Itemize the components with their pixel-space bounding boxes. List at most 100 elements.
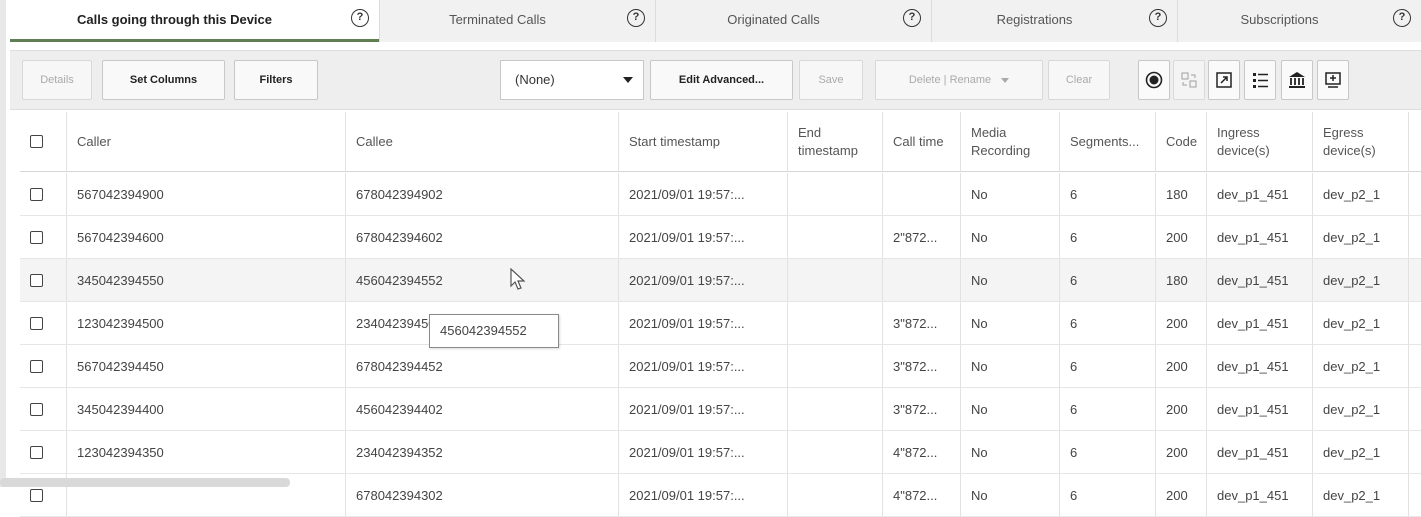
saved-view-select[interactable]: (None) [500,60,644,100]
column-header-caller[interactable]: Caller [67,112,346,171]
end-timestamp-cell [788,388,883,430]
callee-cell: 456042394402 [346,388,619,430]
call-time-cell [883,173,961,215]
row-checkbox[interactable] [30,316,43,330]
bank-icon [1289,72,1305,88]
table-row[interactable]: 567042394450 678042394452 2021/09/01 19:57… [20,345,1421,388]
column-header-ingress[interactable]: Ingress device(s) [1207,112,1313,171]
compare-button[interactable] [1173,60,1205,100]
code-cell: 180 [1156,173,1207,215]
export-button[interactable] [1317,60,1349,100]
details-button[interactable]: Details [22,60,92,100]
egress-cell: dev_p2_1 [1313,259,1409,301]
column-header-start-timestamp[interactable]: Start timestamp [619,112,788,171]
column-header-code[interactable]: Code [1156,112,1207,171]
tab-registrations[interactable]: Registrations ? [932,0,1178,42]
horizontal-scrollbar[interactable] [0,478,290,487]
row-checkbox[interactable] [30,445,43,459]
media-recording-cell: No [961,302,1060,344]
ingress-cell: dev_p1_451 [1207,431,1313,473]
left-edge [0,0,6,487]
tab-label: Terminated Calls [449,12,546,27]
row-checkbox[interactable] [30,187,43,201]
column-header-egress[interactable]: Egress device(s) [1313,112,1409,171]
row-select-cell [20,259,67,301]
record-button[interactable] [1138,60,1170,100]
media-recording-cell: No [961,431,1060,473]
tab-label: Calls going through this Device [76,12,273,27]
media-recording-cell: No [961,216,1060,258]
callee-cell: 234042394352 [346,431,619,473]
compare-icon [1181,72,1197,88]
start-timestamp-cell: 2021/09/01 19:57:... [619,302,788,344]
select-all-checkbox[interactable] [30,135,43,148]
table-row[interactable]: 345042394550 456042394552 2021/09/01 19:57… [20,259,1421,302]
help-icon[interactable]: ? [627,9,645,27]
callee-cell: 678042394452 [346,345,619,387]
column-header-call-time[interactable]: Call time [883,112,961,171]
media-recording-cell: No [961,259,1060,301]
row-select-cell [20,388,67,430]
tab-calls-through-device[interactable]: Calls going through this Device ? [10,0,380,42]
code-cell: 180 [1156,259,1207,301]
filters-button[interactable]: Filters [234,60,318,100]
table-row[interactable]: 567042394600 678042394602 2021/09/01 19:57… [20,216,1421,259]
call-time-cell: 3"872... [883,345,961,387]
help-icon[interactable]: ? [903,9,921,27]
tab-originated-calls[interactable]: Originated Calls ? [656,0,932,42]
column-header-segments[interactable]: Segments... [1060,112,1156,171]
caller-cell: 345042394550 [67,259,346,301]
ingress-cell: dev_p1_451 [1207,388,1313,430]
segments-cell: 6 [1060,302,1156,344]
segments-cell: 6 [1060,345,1156,387]
set-columns-button[interactable]: Set Columns [102,60,225,100]
help-icon[interactable]: ? [1393,9,1411,27]
row-select-cell [20,431,67,473]
save-button[interactable]: Save [799,60,863,100]
row-checkbox[interactable] [30,402,43,416]
table-header: Caller Callee Start timestamp End timest… [20,112,1421,172]
call-time-cell: 2"872... [883,216,961,258]
start-timestamp-cell: 2021/09/01 19:57:... [619,474,788,516]
media-recording-cell: No [961,345,1060,387]
callee-cell: 678042394602 [346,216,619,258]
end-timestamp-cell [788,216,883,258]
row-checkbox[interactable] [30,359,43,373]
column-header-media-recording[interactable]: Media Recording [961,112,1060,171]
help-icon[interactable]: ? [1149,9,1167,27]
segments-cell: 6 [1060,431,1156,473]
egress-cell: dev_p2_1 [1313,474,1409,516]
table-row[interactable]: 123042394350 234042394352 2021/09/01 19:57… [20,431,1421,474]
tab-terminated-calls[interactable]: Terminated Calls ? [380,0,656,42]
list-view-button[interactable] [1244,60,1276,100]
row-checkbox[interactable] [30,273,43,287]
chevron-down-icon [623,77,633,83]
tab-label: Originated Calls [727,12,820,27]
start-timestamp-cell: 2021/09/01 19:57:... [619,388,788,430]
column-header-end-timestamp[interactable]: End timestamp [788,112,883,171]
table-row[interactable]: 567042394900 678042394902 2021/09/01 19:57… [20,173,1421,216]
end-timestamp-cell [788,431,883,473]
delete-rename-button[interactable]: Delete | Rename [875,60,1043,100]
end-timestamp-cell [788,345,883,387]
open-external-button[interactable] [1208,60,1240,100]
tab-subscriptions[interactable]: Subscriptions ? [1178,0,1421,42]
edit-advanced-button[interactable]: Edit Advanced... [650,60,793,100]
export-icon [1325,72,1341,88]
clear-button[interactable]: Clear [1048,60,1110,100]
ingress-cell: dev_p1_451 [1207,474,1313,516]
table-row[interactable]: 345042394400 456042394402 2021/09/01 19:57… [20,388,1421,431]
saved-view-value: (None) [515,72,555,87]
callee-cell: 678042394902 [346,173,619,215]
institution-button[interactable] [1281,60,1313,100]
start-timestamp-cell: 2021/09/01 19:57:... [619,345,788,387]
media-recording-cell: No [961,474,1060,516]
row-checkbox[interactable] [30,230,43,244]
column-header-callee[interactable]: Callee [346,112,619,171]
row-checkbox[interactable] [30,488,43,502]
table-row[interactable]: 123042394500 234042394502 2021/09/01 19:57… [20,302,1421,345]
callee-cell: 456042394552 [346,259,619,301]
egress-cell: dev_p2_1 [1313,388,1409,430]
help-icon[interactable]: ? [351,9,369,27]
segments-cell: 6 [1060,474,1156,516]
